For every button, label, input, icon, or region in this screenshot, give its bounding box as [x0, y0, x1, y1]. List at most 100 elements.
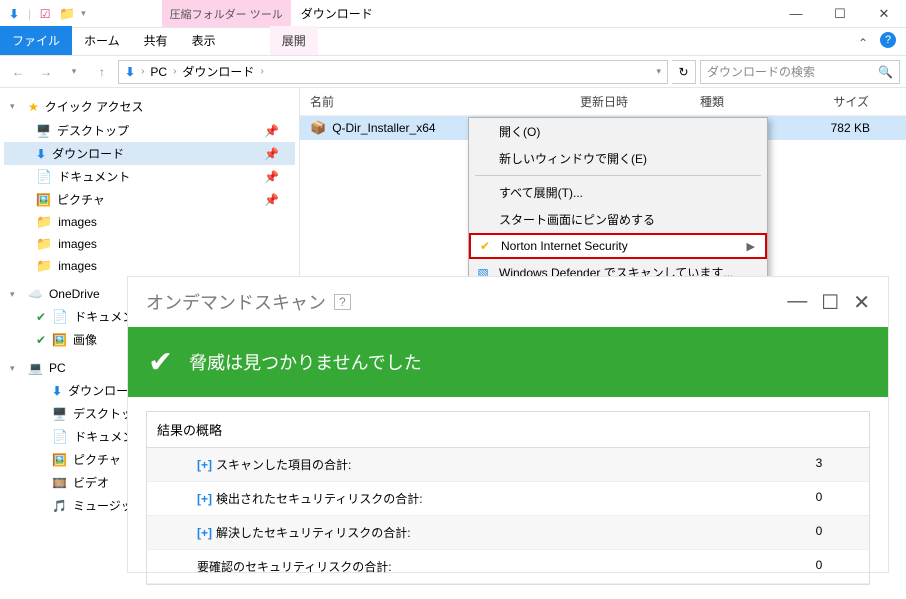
window-title: ダウンロード: [301, 5, 373, 22]
pin-icon: 📌: [264, 147, 279, 161]
chevron-right-icon[interactable]: ›: [173, 66, 176, 77]
music-icon: [52, 499, 67, 513]
sidebar-item-images[interactable]: images: [4, 211, 295, 233]
search-placeholder: ダウンロードの検索: [707, 63, 815, 80]
tab-home[interactable]: ホーム: [72, 26, 132, 55]
ctx-open-new-window[interactable]: 新しいウィンドウで開く(E): [469, 145, 767, 172]
norton-row-text: スキャンした項目の合計:: [216, 458, 351, 472]
ctx-label: 開く(O): [499, 123, 540, 140]
desktop-icon: [52, 407, 67, 421]
check-icon: ✔: [148, 345, 173, 380]
file-size-cell: 782 KB: [800, 121, 880, 135]
ctx-label: Norton Internet Security: [501, 239, 628, 253]
sidebar-item-label: images: [58, 237, 97, 251]
sidebar-item-desktop[interactable]: デスクトップ📌: [4, 119, 295, 142]
address-bar[interactable]: › PC › ダウンロード › ▾: [118, 60, 668, 84]
folder-icon: [36, 236, 52, 252]
tab-file[interactable]: ファイル: [0, 26, 72, 55]
sidebar-item-downloads[interactable]: ダウンロード 📌: [4, 142, 295, 165]
column-size[interactable]: サイズ: [800, 93, 880, 110]
sidebar-label: クイック アクセス: [45, 98, 144, 115]
norton-row-text: 解決したセキュリティリスクの合計:: [216, 526, 411, 540]
column-type[interactable]: 種類: [690, 93, 800, 110]
breadcrumb-pc[interactable]: PC: [150, 65, 167, 79]
nav-back-button[interactable]: ←: [6, 60, 30, 84]
column-name[interactable]: 名前: [300, 93, 570, 110]
refresh-button[interactable]: ↻: [672, 60, 696, 84]
sidebar-item-label: images: [58, 215, 97, 229]
nav-up-button[interactable]: ↑: [90, 60, 114, 84]
sidebar-item-label: ピクチャ: [57, 191, 105, 208]
maximize-button[interactable]: ☐: [818, 0, 862, 28]
expand-icon[interactable]: [+]: [197, 458, 212, 472]
pc-icon: [28, 361, 43, 375]
close-button[interactable]: ✕: [862, 0, 906, 28]
ctx-pin-start[interactable]: スタート画面にピン留めする: [469, 206, 767, 233]
qat-overflow[interactable]: ▾: [81, 8, 86, 19]
ctx-norton[interactable]: ✔ Norton Internet Security ▶: [469, 233, 767, 259]
sidebar-item-images[interactable]: images: [4, 255, 295, 277]
tab-extract[interactable]: 展開: [270, 26, 318, 55]
help-icon[interactable]: ?: [880, 32, 896, 48]
norton-window-controls: — ☐ ✕: [787, 290, 870, 315]
documents-icon: [36, 169, 52, 185]
norton-minimize-button[interactable]: —: [787, 290, 807, 315]
norton-row-value: 3: [779, 456, 859, 473]
chevron-right-icon[interactable]: ›: [141, 66, 144, 77]
expander-icon[interactable]: ▾: [10, 289, 22, 300]
quick-access-toolbar: | ☑ ▾: [0, 6, 92, 22]
chevron-right-icon[interactable]: ›: [260, 66, 263, 77]
sidebar-item-label: images: [58, 259, 97, 273]
sidebar-item-documents[interactable]: ドキュメント📌: [4, 165, 295, 188]
address-dropdown-icon[interactable]: ▾: [656, 66, 661, 77]
search-input[interactable]: ダウンロードの検索 🔍: [700, 60, 900, 84]
app-icon: [6, 6, 22, 22]
norton-check-icon: ✔: [477, 238, 493, 254]
norton-row-text: 要確認のセキュリティリスクの合計:: [197, 560, 392, 574]
downloads-icon: [36, 147, 46, 161]
nav-recent-dropdown[interactable]: ▾: [62, 60, 86, 84]
norton-help-icon[interactable]: ?: [334, 294, 351, 310]
sidebar-item-label: ビデオ: [73, 474, 109, 491]
sidebar-item-label: ダウンロード: [52, 145, 124, 162]
sidebar-item-label: ドキュメント: [58, 168, 130, 185]
ctx-separator: [475, 175, 761, 176]
video-icon: [52, 476, 67, 490]
qat-check-icon[interactable]: ☑: [37, 6, 53, 22]
breadcrumb-downloads[interactable]: ダウンロード: [182, 63, 254, 80]
tab-share[interactable]: 共有: [132, 26, 180, 55]
pin-icon: 📌: [264, 124, 279, 138]
sidebar-item-pictures[interactable]: ピクチャ📌: [4, 188, 295, 211]
norton-header: オンデマンドスキャン ? — ☐ ✕: [128, 277, 888, 327]
norton-row-text: 検出されたセキュリティリスクの合計:: [216, 492, 423, 506]
norton-row-label: [+] スキャンした項目の合計:: [157, 456, 779, 473]
ctx-open[interactable]: 開く(O): [469, 118, 767, 145]
norton-summary-table: 結果の概略 [+]スキャンした項目の合計: 3 [+]検出されたセキュリティリス…: [146, 411, 870, 585]
sidebar-item-images[interactable]: images: [4, 233, 295, 255]
ctx-label: 新しいウィンドウで開く(E): [499, 150, 647, 167]
expand-icon[interactable]: [+]: [197, 492, 212, 506]
ctx-extract-all[interactable]: すべて展開(T)...: [469, 179, 767, 206]
documents-icon: [52, 309, 68, 325]
file-name: Q-Dir_Installer_x64: [332, 121, 435, 135]
address-location-icon: [125, 65, 135, 79]
documents-icon: [52, 429, 68, 445]
expander-icon[interactable]: ▾: [10, 101, 22, 112]
tab-view[interactable]: 表示: [180, 26, 228, 55]
column-date[interactable]: 更新日時: [570, 93, 690, 110]
nav-forward-button[interactable]: →: [34, 60, 58, 84]
minimize-button[interactable]: —: [774, 0, 818, 28]
quick-access-icon: [28, 100, 39, 114]
expand-icon[interactable]: [+]: [197, 526, 212, 540]
norton-result-banner: ✔ 脅威は見つかりませんでした: [128, 327, 888, 397]
expander-icon[interactable]: ▾: [10, 363, 22, 374]
norton-row-label: [+] 解決したセキュリティリスクの合計:: [157, 524, 779, 541]
pictures-icon: [36, 193, 51, 207]
norton-maximize-button[interactable]: ☐: [821, 290, 839, 315]
norton-close-button[interactable]: ✕: [853, 290, 870, 315]
sidebar-quick-access[interactable]: ▾ クイック アクセス: [4, 94, 295, 119]
qat-folder-icon[interactable]: [59, 6, 75, 22]
titlebar: | ☑ ▾ 圧縮フォルダー ツール ダウンロード — ☐ ✕: [0, 0, 906, 28]
norton-title: オンデマンドスキャン: [146, 289, 326, 315]
ribbon-collapse-icon[interactable]: ⌃: [858, 36, 868, 50]
